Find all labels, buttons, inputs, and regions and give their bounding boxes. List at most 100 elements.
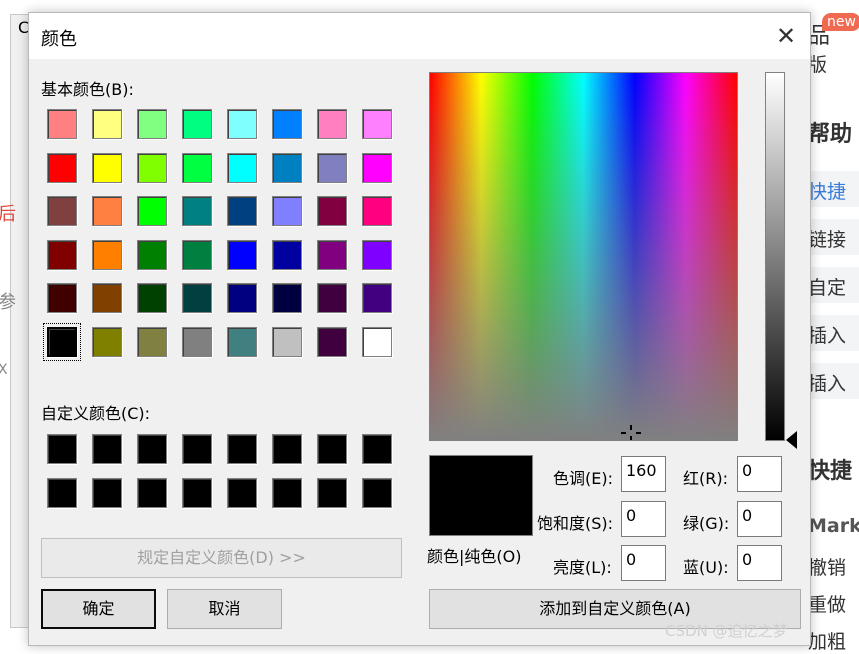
basic-color-swatch[interactable]: [182, 239, 212, 270]
hue-input[interactable]: 160: [621, 456, 666, 492]
basic-color-swatch[interactable]: [227, 109, 257, 139]
basic-color-swatch[interactable]: [362, 283, 392, 313]
custom-color-swatch[interactable]: [47, 434, 77, 464]
basic-color-swatch[interactable]: [137, 239, 167, 270]
bg-heading: 帮助: [808, 122, 853, 147]
basic-color-swatch[interactable]: [272, 196, 302, 226]
basic-color-swatch[interactable]: [272, 239, 302, 270]
basic-color-swatch[interactable]: [92, 326, 122, 357]
basic-color-swatch[interactable]: [43, 322, 81, 361]
custom-color-swatch[interactable]: [182, 477, 212, 508]
basic-color-swatch[interactable]: [362, 326, 392, 357]
basic-color-swatch[interactable]: [182, 152, 212, 183]
basic-color-swatch[interactable]: [182, 283, 212, 313]
basic-color-swatch[interactable]: [137, 326, 167, 357]
basic-color-swatch[interactable]: [317, 152, 347, 183]
preview-label[interactable]: 颜色|纯色(O): [427, 543, 521, 567]
ok-button[interactable]: 确定: [41, 589, 156, 629]
red-input[interactable]: 0: [737, 456, 782, 492]
custom-color-swatch[interactable]: [317, 477, 347, 508]
basic-color-swatch[interactable]: [137, 196, 167, 226]
basic-color-swatch[interactable]: [137, 283, 167, 313]
crosshair-icon: [621, 425, 641, 440]
basic-color-swatch[interactable]: [362, 152, 392, 183]
basic-colors-label: 基本颜色(B):: [41, 80, 134, 99]
custom-color-swatch[interactable]: [137, 434, 167, 464]
custom-color-swatch[interactable]: [47, 477, 77, 508]
basic-color-swatch[interactable]: [362, 239, 392, 270]
custom-color-swatch[interactable]: [137, 477, 167, 508]
custom-color-swatch[interactable]: [227, 477, 257, 508]
bg-link[interactable]: 快捷: [808, 177, 846, 204]
bg-item: 撤销: [808, 557, 847, 579]
basic-color-swatch[interactable]: [317, 239, 347, 270]
basic-color-swatch[interactable]: [47, 283, 77, 313]
green-input[interactable]: 0: [737, 501, 782, 537]
bg-link[interactable]: 链接: [808, 225, 846, 252]
basic-color-swatch[interactable]: [92, 283, 122, 313]
basic-color-swatch[interactable]: [92, 109, 122, 139]
cancel-button[interactable]: 取消: [167, 589, 282, 629]
hue-label: 色调(E):: [553, 469, 613, 488]
custom-color-swatch[interactable]: [182, 434, 212, 464]
new-badge: new: [822, 13, 859, 31]
define-custom-colors-button[interactable]: 规定自定义颜色(D) >>: [41, 538, 402, 578]
blue-input[interactable]: 0: [737, 545, 782, 581]
custom-color-swatch[interactable]: [317, 434, 347, 464]
basic-color-swatch[interactable]: [317, 326, 347, 357]
dialog-titlebar[interactable]: 颜色 ✕: [29, 13, 810, 59]
basic-color-swatch[interactable]: [137, 152, 167, 183]
custom-color-swatch[interactable]: [272, 477, 302, 508]
luminance-label: 亮度(L):: [553, 558, 612, 577]
basic-color-swatch[interactable]: [92, 152, 122, 183]
basic-color-swatch[interactable]: [317, 109, 347, 139]
basic-color-swatch[interactable]: [272, 152, 302, 183]
custom-color-swatch[interactable]: [92, 477, 122, 508]
custom-color-swatch[interactable]: [362, 434, 392, 464]
basic-color-swatch[interactable]: [137, 109, 167, 139]
color-dialog: 颜色 ✕ 基本颜色(B): 自定义颜色(C): 规定自定义颜色(D) >> 确定…: [28, 12, 811, 646]
close-icon[interactable]: ✕: [770, 21, 802, 51]
basic-color-swatch[interactable]: [92, 196, 122, 226]
luminance-input[interactable]: 0: [621, 545, 666, 581]
basic-color-swatch[interactable]: [317, 283, 347, 313]
custom-color-swatch[interactable]: [272, 434, 302, 464]
bg-link[interactable]: 插入: [808, 321, 846, 348]
bg-link[interactable]: 插入: [808, 369, 846, 396]
color-spectrum[interactable]: [429, 72, 738, 441]
custom-color-swatch[interactable]: [92, 434, 122, 464]
background-app-left: C 后 参 X: [0, 0, 32, 648]
basic-color-swatch[interactable]: [227, 283, 257, 313]
bg-item: 重做: [808, 594, 847, 616]
basic-color-swatch[interactable]: [182, 326, 212, 357]
luminance-slider[interactable]: [765, 72, 785, 441]
basic-color-swatch[interactable]: [317, 196, 347, 226]
saturation-input[interactable]: 0: [621, 501, 666, 537]
custom-color-swatch[interactable]: [362, 477, 392, 508]
basic-color-swatch[interactable]: [362, 196, 392, 226]
basic-color-swatch[interactable]: [47, 239, 77, 270]
basic-color-swatch[interactable]: [227, 196, 257, 226]
bg-heading: Mark: [808, 515, 859, 537]
basic-color-swatch[interactable]: [272, 326, 302, 357]
saturation-label: 饱和度(S):: [537, 514, 614, 533]
luminance-arrow-icon[interactable]: [786, 431, 797, 449]
basic-color-swatch[interactable]: [47, 152, 77, 183]
basic-color-swatch[interactable]: [92, 239, 122, 270]
basic-color-swatch[interactable]: [227, 326, 257, 357]
blue-label: 蓝(U):: [683, 558, 729, 577]
basic-color-swatch[interactable]: [227, 152, 257, 183]
basic-color-swatch[interactable]: [272, 283, 302, 313]
custom-colors-label: 自定义颜色(C):: [41, 404, 151, 423]
basic-color-swatch[interactable]: [272, 109, 302, 139]
bg-fragment: 参: [0, 292, 16, 313]
basic-color-swatch[interactable]: [227, 239, 257, 270]
bg-link[interactable]: 自定: [808, 273, 846, 300]
basic-color-swatch[interactable]: [47, 109, 77, 139]
custom-color-swatch[interactable]: [227, 434, 257, 464]
basic-color-swatch[interactable]: [362, 109, 392, 139]
bg-item: 加粗: [808, 631, 847, 653]
basic-color-swatch[interactable]: [47, 196, 77, 226]
basic-color-swatch[interactable]: [182, 109, 212, 139]
basic-color-swatch[interactable]: [182, 196, 212, 226]
